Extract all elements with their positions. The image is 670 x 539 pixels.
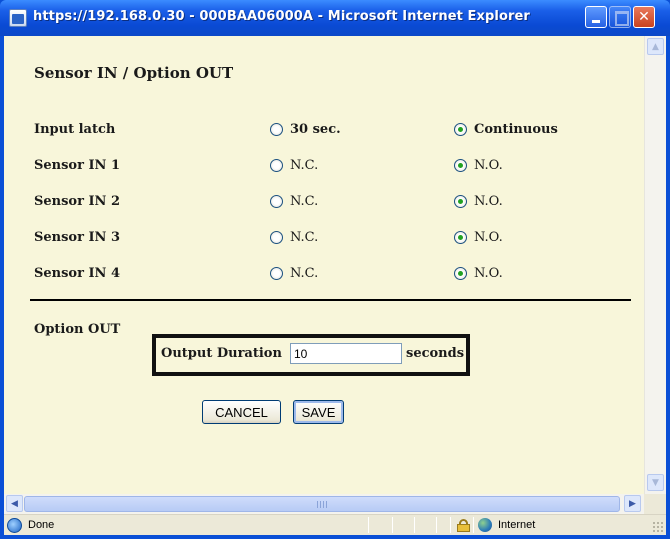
radio-sensor-in-1-no[interactable]: N.O. <box>454 158 503 173</box>
radio-sensor-in-4-nc[interactable]: N.C. <box>270 266 318 281</box>
grip-icon <box>317 501 329 508</box>
radio-sensor-in-2-nc[interactable]: N.C. <box>270 194 318 209</box>
radio-sensor-in-3-no[interactable]: N.O. <box>454 230 503 245</box>
radio-sensor-in-3-nc[interactable]: N.C. <box>270 230 318 245</box>
radio-label: N.O. <box>474 194 503 209</box>
radio-sensor-in-1-nc[interactable]: N.C. <box>270 158 318 173</box>
radio-sensor-in-4-no[interactable]: N.O. <box>454 266 503 281</box>
globe-icon <box>478 518 492 532</box>
scroll-left-icon[interactable]: ◀ <box>6 495 23 512</box>
status-separator <box>368 517 369 533</box>
maximize-button <box>609 6 631 28</box>
status-separator <box>436 517 437 533</box>
close-button[interactable]: ✕ <box>633 6 655 28</box>
minimize-button[interactable] <box>585 6 607 28</box>
radio-label: N.O. <box>474 158 503 173</box>
radio-label: N.C. <box>290 230 319 245</box>
radio-button-icon[interactable] <box>270 267 283 280</box>
radio-label: 30 sec. <box>290 122 341 137</box>
save-button[interactable]: SAVE <box>293 400 344 424</box>
row-label: Sensor IN 4 <box>34 266 121 281</box>
setting-row-sensor-in-3: Sensor IN 3 N.C. N.O. <box>34 230 634 250</box>
output-duration-group: Output Duration seconds <box>152 334 470 376</box>
horizontal-scrollbar[interactable]: ◀ ▶ <box>4 494 644 514</box>
scroll-down-icon[interactable]: ▼ <box>647 474 664 491</box>
page-title: Sensor IN / Option OUT <box>34 64 234 82</box>
radio-label: N.C. <box>290 266 319 281</box>
resize-grip-icon[interactable] <box>652 521 664 533</box>
cancel-button[interactable]: CANCEL <box>202 400 281 424</box>
lock-icon[interactable] <box>457 519 470 532</box>
radio-label: N.O. <box>474 230 503 245</box>
radio-button-checked-icon[interactable] <box>454 195 467 208</box>
page-viewport: Sensor IN / Option OUT Input latch 30 se… <box>4 36 666 514</box>
ie-page-done-icon <box>7 518 22 533</box>
browser-window: https://192.168.0.30 - 000BAA06000A - Mi… <box>0 0 670 539</box>
radio-input-latch-30sec[interactable]: 30 sec. <box>270 122 341 137</box>
radio-button-icon[interactable] <box>270 195 283 208</box>
option-out-label: Option OUT <box>34 322 121 337</box>
window-title: https://192.168.0.30 - 000BAA06000A - Mi… <box>33 9 530 24</box>
page-content: Sensor IN / Option OUT Input latch 30 se… <box>4 36 644 494</box>
radio-button-checked-icon[interactable] <box>454 123 467 136</box>
status-separator <box>392 517 393 533</box>
horizontal-scroll-thumb[interactable] <box>24 496 620 512</box>
output-duration-unit: seconds <box>406 346 465 361</box>
setting-row-sensor-in-2: Sensor IN 2 N.C. N.O. <box>34 194 634 214</box>
radio-button-icon[interactable] <box>270 231 283 244</box>
radio-sensor-in-2-no[interactable]: N.O. <box>454 194 503 209</box>
radio-button-checked-icon[interactable] <box>454 267 467 280</box>
output-duration-input[interactable] <box>290 343 402 364</box>
row-label: Sensor IN 2 <box>34 194 121 209</box>
radio-button-icon[interactable] <box>270 123 283 136</box>
status-separator <box>414 517 415 533</box>
radio-button-checked-icon[interactable] <box>454 159 467 172</box>
radio-label: N.O. <box>474 266 503 281</box>
setting-row-input-latch: Input latch 30 sec. Continuous <box>34 122 634 142</box>
radio-input-latch-continuous[interactable]: Continuous <box>454 122 558 137</box>
security-zone-text: Internet <box>498 519 536 531</box>
radio-label: N.C. <box>290 194 319 209</box>
output-duration-label: Output Duration <box>161 346 282 361</box>
scrollbar-corner <box>644 494 666 514</box>
radio-button-checked-icon[interactable] <box>454 231 467 244</box>
ie-page-icon <box>9 9 27 27</box>
section-divider <box>30 299 631 301</box>
status-text: Done <box>28 519 55 531</box>
row-label: Input latch <box>34 122 116 137</box>
row-label: Sensor IN 3 <box>34 230 121 245</box>
close-icon: ✕ <box>638 9 650 25</box>
setting-row-sensor-in-1: Sensor IN 1 N.C. N.O. <box>34 158 634 178</box>
status-separator <box>473 517 474 533</box>
vertical-scrollbar[interactable]: ▲ ▼ <box>644 36 666 494</box>
setting-row-sensor-in-4: Sensor IN 4 N.C. N.O. <box>34 266 634 286</box>
status-separator <box>450 517 451 533</box>
radio-label: N.C. <box>290 158 319 173</box>
row-label: Sensor IN 1 <box>34 158 121 173</box>
radio-label: Continuous <box>474 122 558 137</box>
title-bar[interactable]: https://192.168.0.30 - 000BAA06000A - Mi… <box>0 0 670 36</box>
scroll-up-icon[interactable]: ▲ <box>647 38 664 55</box>
status-bar: Done Internet <box>4 514 666 535</box>
scroll-right-icon[interactable]: ▶ <box>624 495 641 512</box>
radio-button-icon[interactable] <box>270 159 283 172</box>
